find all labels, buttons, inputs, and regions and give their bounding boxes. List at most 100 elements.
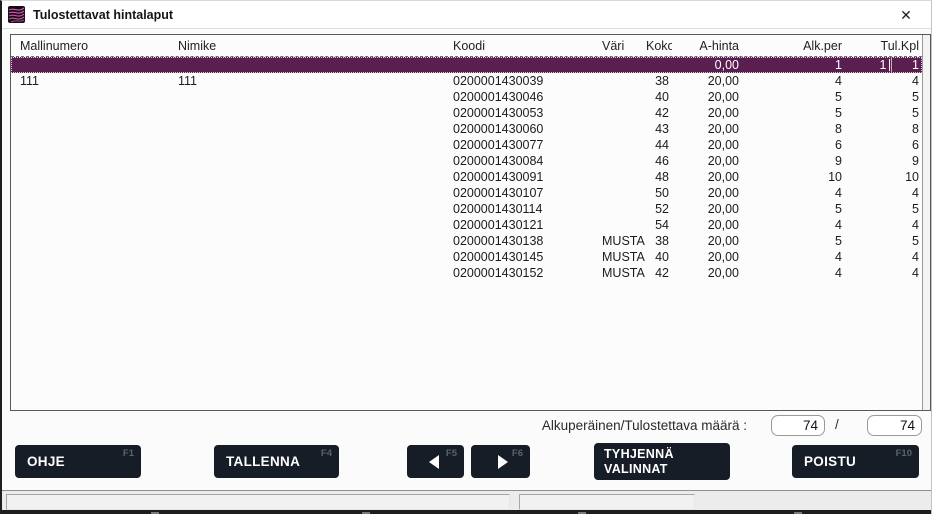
- table-row[interactable]: 02000014300464020,0055: [11, 89, 922, 105]
- cell-vari: MUSTA: [593, 265, 646, 281]
- cell-koko: 54: [646, 217, 672, 233]
- cell-vari: [593, 89, 646, 105]
- help-button[interactable]: OHJE F1: [15, 445, 141, 478]
- cell-koko: 43: [646, 121, 672, 137]
- cell-mallinumero: [11, 249, 169, 265]
- app-logo-icon[interactable]: [8, 6, 25, 23]
- status-panel-left: [6, 494, 510, 510]
- cell-nimike: [169, 89, 443, 105]
- cell-alk-per: 5: [742, 201, 845, 217]
- arrow-right-icon: [498, 455, 508, 469]
- next-button[interactable]: F6: [471, 445, 530, 478]
- header-mallinumero[interactable]: Mallinumero: [11, 39, 169, 53]
- cell-a-hinta: 20,00: [672, 153, 742, 169]
- window-bottom-edge: [2, 510, 931, 514]
- table-row[interactable]: 02000014300534220,0055: [11, 105, 922, 121]
- save-fkey-label: F4: [321, 448, 332, 459]
- cell-a-hinta: 20,00: [672, 73, 742, 89]
- cell-tul-kpl: 5: [845, 89, 922, 105]
- status-panel-right: [519, 494, 695, 510]
- next-fkey-label: F6: [512, 448, 523, 459]
- original-count-input[interactable]: 74: [771, 415, 825, 436]
- close-icon[interactable]: ✕: [891, 1, 921, 29]
- cell-mallinumero: [11, 89, 169, 105]
- table-row[interactable]: 11111102000014300393820,0044: [11, 73, 922, 89]
- table-row[interactable]: 02000014300914820,001010: [11, 169, 922, 185]
- help-button-label: OHJE: [15, 454, 65, 469]
- cell-koko: 44: [646, 137, 672, 153]
- cell-tul-kpl: 5: [845, 201, 922, 217]
- cell-nimike: [169, 185, 443, 201]
- cell-tul-kpl: 4: [845, 249, 922, 265]
- cell-alk-per: 1: [742, 57, 845, 73]
- header-koko[interactable]: Koko: [646, 39, 672, 53]
- table-row[interactable]: 02000014300774420,0066: [11, 137, 922, 153]
- cell-koodi: 0200001430060: [443, 121, 593, 137]
- title-bar[interactable]: Tulostettavat hintalaput ✕: [2, 1, 931, 29]
- cell-mallinumero: [11, 121, 169, 137]
- cell-alk-per: 4: [742, 185, 845, 201]
- save-button[interactable]: TALLENNA F4: [214, 445, 339, 478]
- selected-table-row[interactable]: 0,00 1 1 1: [11, 57, 922, 73]
- cell-vari: MUSTA: [593, 233, 646, 249]
- cell-tul-kpl: 9: [845, 153, 922, 169]
- header-koodi[interactable]: Koodi: [443, 39, 593, 53]
- cell-koodi: 0200001430145: [443, 249, 593, 265]
- cell-tul-kpl: 5: [845, 233, 922, 249]
- cell-mallinumero: [11, 217, 169, 233]
- cell-vari: [593, 105, 646, 121]
- cell-a-hinta: 20,00: [672, 89, 742, 105]
- exit-fkey-label: F10: [896, 448, 912, 459]
- cell-alk-per: 6: [742, 137, 845, 153]
- cell-koodi: 0200001430107: [443, 185, 593, 201]
- header-tul-kpl[interactable]: Tul.Kpl: [845, 39, 922, 53]
- header-nimike[interactable]: Nimike: [169, 39, 443, 53]
- cell-tul-kpl: 5: [845, 105, 922, 121]
- cell-koko: 48: [646, 169, 672, 185]
- cell-nimike: [169, 169, 443, 185]
- save-button-label: TALLENNA: [214, 454, 300, 469]
- exit-button[interactable]: POISTU F10: [792, 445, 919, 478]
- cell-vari: [593, 121, 646, 137]
- printable-count-input[interactable]: 74: [867, 415, 922, 436]
- table-row[interactable]: 0200001430152MUSTA4220,0044: [11, 265, 922, 281]
- cell-koko: 38: [646, 233, 672, 249]
- cell-koodi: 0200001430039: [443, 73, 593, 89]
- cell-vari: [593, 73, 646, 89]
- cell-alk-per: 5: [742, 233, 845, 249]
- table-row[interactable]: 02000014300844620,0099: [11, 153, 922, 169]
- cell-alk-per: 5: [742, 105, 845, 121]
- header-a-hinta[interactable]: A-hinta: [672, 39, 742, 53]
- cell-nimike: [169, 265, 443, 281]
- cell-koodi: 0200001430077: [443, 137, 593, 153]
- cell-koodi: 0200001430138: [443, 233, 593, 249]
- cell-alk-per: 4: [742, 249, 845, 265]
- clear-selections-button[interactable]: TYHJENNÄ VALINNAT: [594, 443, 730, 480]
- cell-a-hinta: 20,00: [672, 265, 742, 281]
- cell-koodi: 0200001430084: [443, 153, 593, 169]
- vertical-scrollbar[interactable]: [922, 35, 930, 410]
- cell-vari: MUSTA: [593, 249, 646, 265]
- table-row[interactable]: 02000014300604320,0088: [11, 121, 922, 137]
- cell-vari: [593, 201, 646, 217]
- quantity-edit-value: 1: [880, 57, 887, 73]
- cell-tul-kpl: 10: [845, 169, 922, 185]
- table-row[interactable]: 0200001430138MUSTA3820,0055: [11, 233, 922, 249]
- table-row[interactable]: 02000014301215420,0044: [11, 217, 922, 233]
- table-row[interactable]: 02000014301145220,0055: [11, 201, 922, 217]
- previous-button[interactable]: F5: [407, 445, 464, 478]
- cell-koodi: 0200001430091: [443, 169, 593, 185]
- cell-a-hinta: 20,00: [672, 249, 742, 265]
- table-row[interactable]: 02000014301075020,0044: [11, 185, 922, 201]
- header-vari[interactable]: Väri: [593, 39, 646, 53]
- cell-nimike: [169, 217, 443, 233]
- cell-mallinumero: [11, 233, 169, 249]
- cell-tul-kpl: 4: [845, 73, 922, 89]
- cell-a-hinta: 20,00: [672, 121, 742, 137]
- quantity-edit-cell[interactable]: 1: [856, 57, 892, 73]
- cell-nimike: [169, 105, 443, 121]
- quantity-summary-label: Alkuperäinen/Tulostettava määrä :: [2, 418, 747, 433]
- table-row[interactable]: 0200001430145MUSTA4020,0044: [11, 249, 922, 265]
- cell-mallinumero: [11, 105, 169, 121]
- header-alk-per[interactable]: Alk.per: [742, 39, 845, 53]
